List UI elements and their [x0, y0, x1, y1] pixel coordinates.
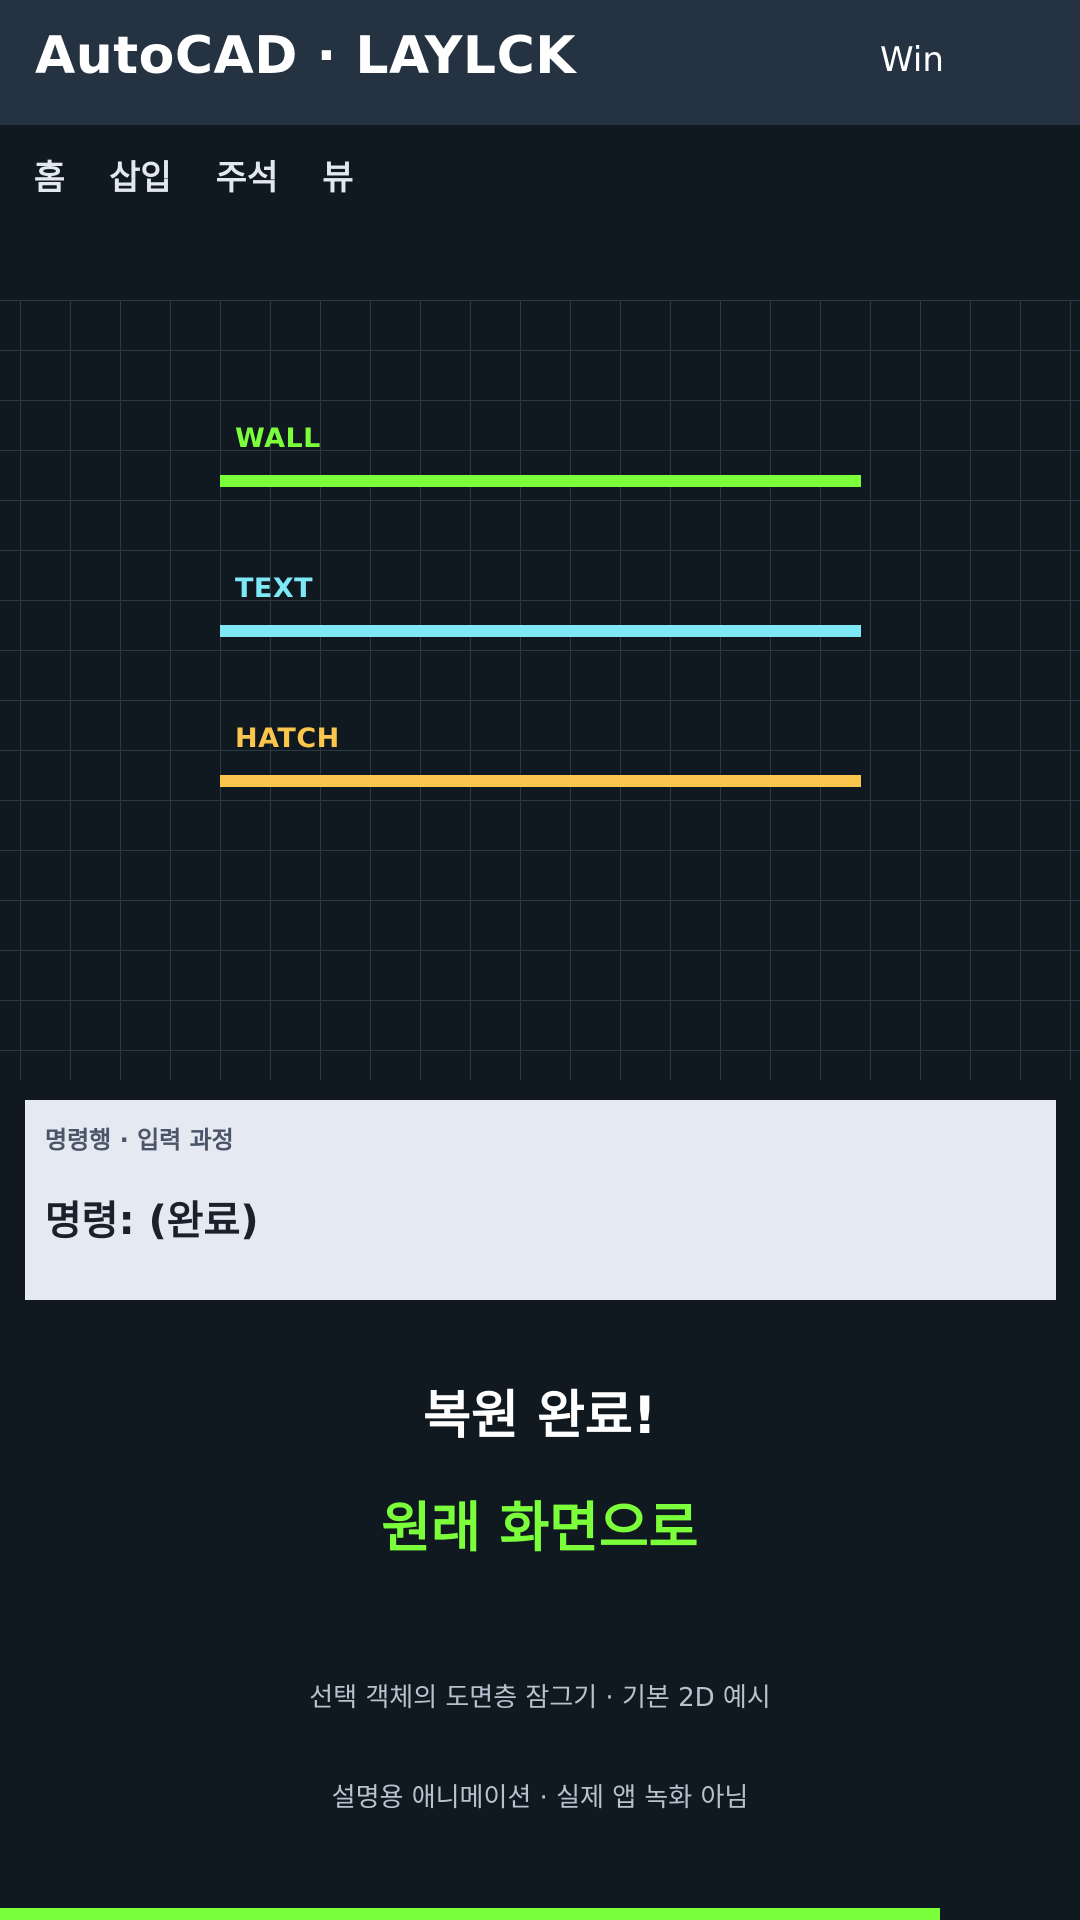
command-line-heading: 명령행 · 입력 과정	[45, 1126, 234, 1154]
title-bar: AutoCAD · LAYLCK Win	[0, 0, 1080, 125]
tab-insert[interactable]: 삽입	[109, 150, 172, 199]
return-to-original-link[interactable]: 원래 화면으로	[0, 1483, 1080, 1562]
caption-description: 선택 객체의 도면층 잠그기 · 기본 2D 예시	[309, 1683, 771, 1713]
layer-label-wall: WALL	[235, 423, 321, 454]
caption-disclaimer: 설명용 애니메이션 · 실제 앱 녹화 아님	[331, 1783, 749, 1813]
layer-line-hatch[interactable]	[220, 775, 861, 787]
ribbon-tab-bar: 홈 삽입 주석 뷰	[34, 150, 354, 199]
tab-view[interactable]: 뷰	[322, 150, 353, 199]
status-title: 복원 완료!	[423, 1386, 657, 1446]
drawing-canvas[interactable]: WALL TEXT HATCH	[0, 300, 1080, 1080]
command-line-panel: 명령행 · 입력 과정 명령: (완료)	[25, 1100, 1056, 1300]
layer-label-text: TEXT	[235, 573, 314, 604]
layer-line-text[interactable]	[220, 625, 861, 637]
tab-annotate[interactable]: 주석	[216, 150, 279, 199]
app-title: AutoCAD · LAYLCK	[35, 26, 577, 86]
layer-line-wall[interactable]	[220, 475, 861, 487]
progress-bar-fill	[0, 1908, 940, 1920]
layer-label-hatch: HATCH	[235, 723, 340, 754]
app-screen: AutoCAD · LAYLCK Win 홈 삽입 주석 뷰 WALL TEXT…	[0, 0, 1080, 1920]
command-line-text[interactable]: 명령: (완료)	[45, 1188, 259, 1246]
platform-label: Win	[880, 40, 944, 80]
progress-bar	[0, 1908, 1080, 1920]
tab-home[interactable]: 홈	[34, 150, 65, 199]
